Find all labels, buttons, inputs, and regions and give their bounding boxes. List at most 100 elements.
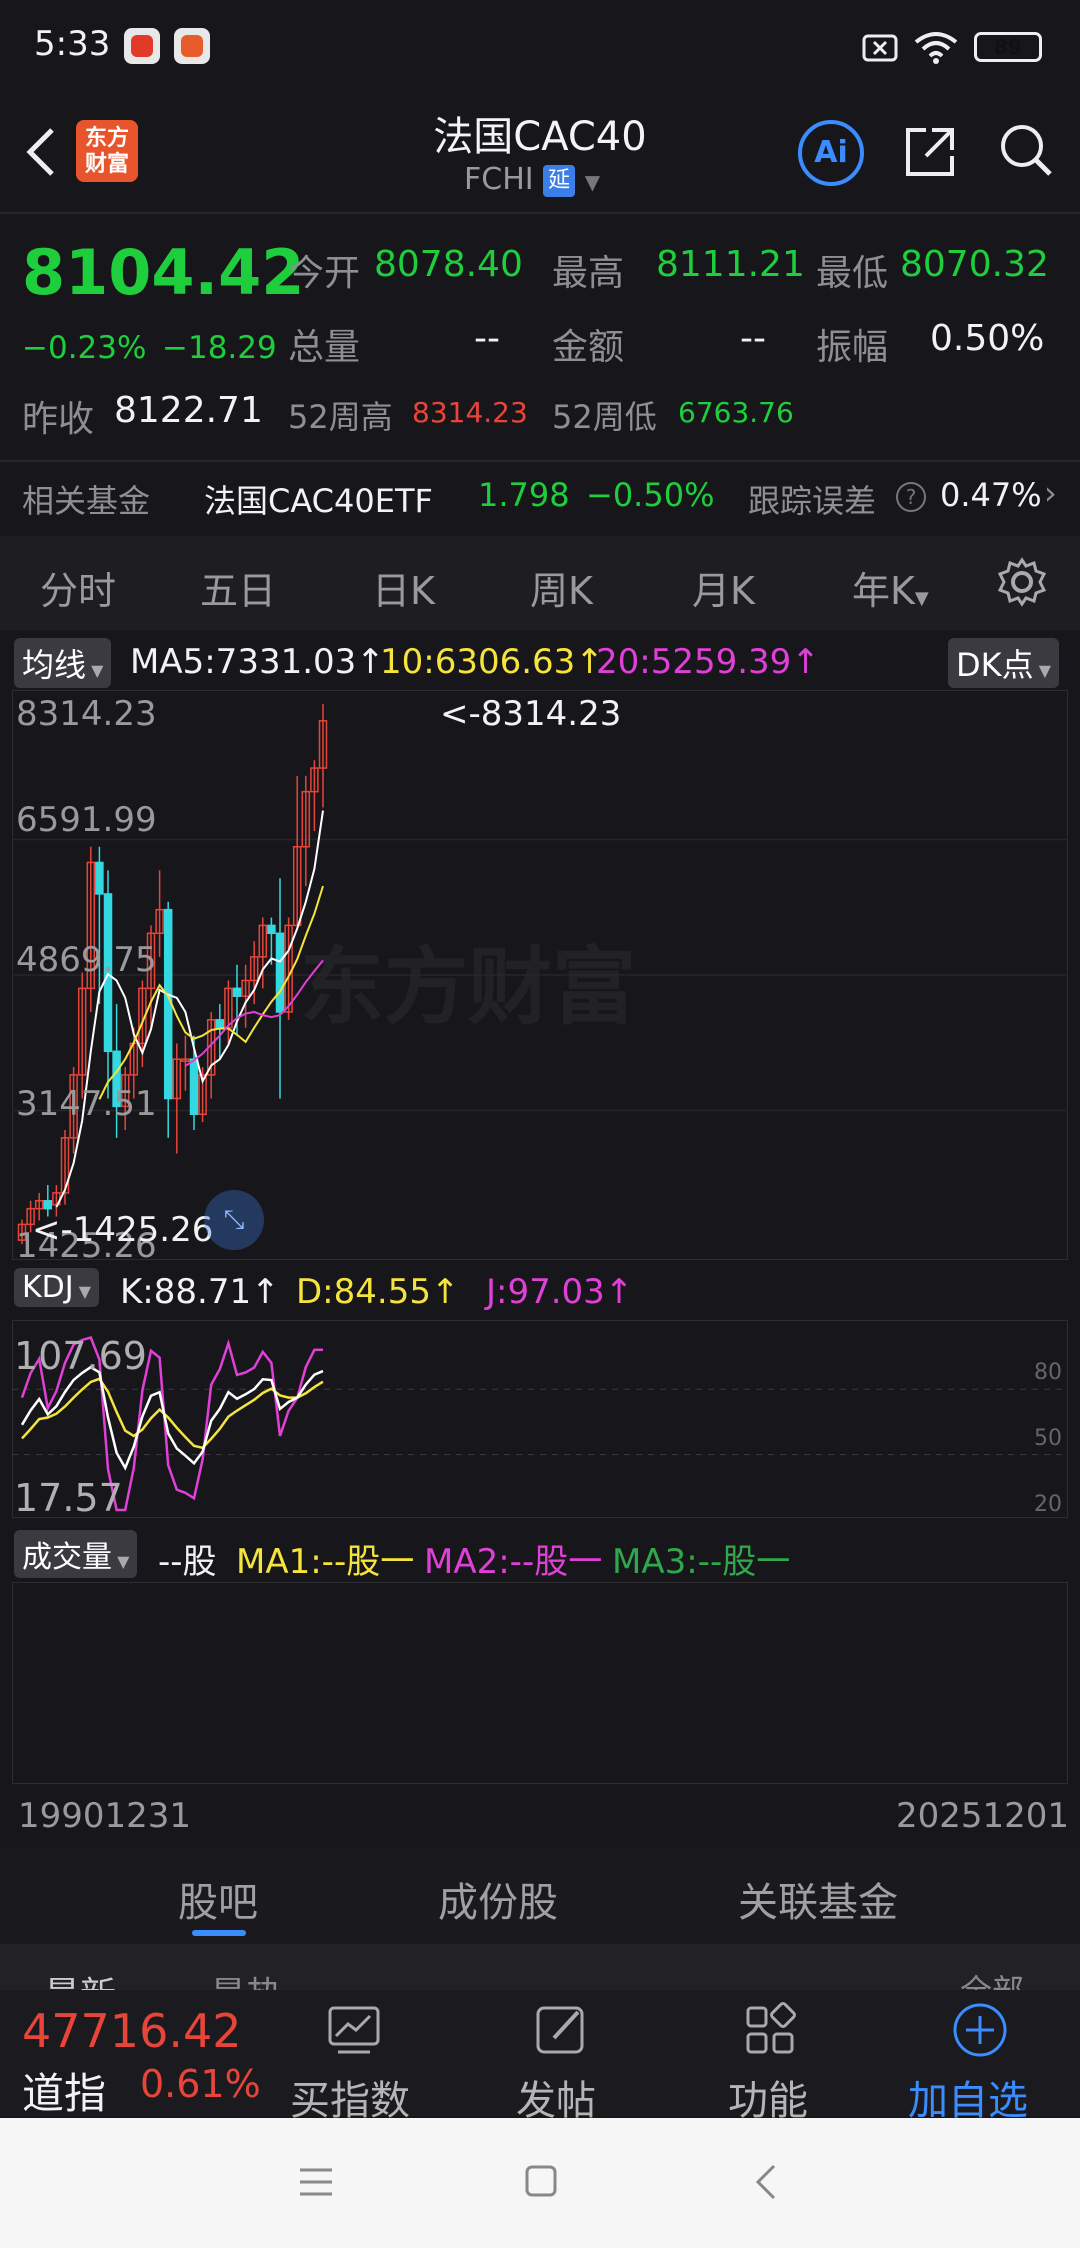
- dk-label: DK点: [956, 646, 1034, 684]
- kdj-tick-50: 50: [1034, 1426, 1062, 1451]
- related-fund-row[interactable]: 相关基金 法国CAC40ETF 1.798 −0.50% 跟踪误差 ? 0.47…: [0, 462, 1080, 534]
- ai-assistant-button[interactable]: Ai: [798, 120, 864, 186]
- kdj-chart[interactable]: [12, 1320, 1068, 1518]
- kdj-selector[interactable]: KDJ ▼: [14, 1268, 100, 1307]
- tab-constituents[interactable]: 成份股: [438, 1870, 558, 1928]
- candle-body: [189, 1058, 199, 1115]
- system-nav-bar: [0, 2118, 1080, 2248]
- ma20-value: 20:5259.39↑: [596, 642, 820, 682]
- volume-selector-label: 成交量: [22, 1540, 112, 1575]
- tab-five-day[interactable]: 五日: [200, 560, 276, 615]
- up-arrow-icon: ↑: [791, 642, 820, 682]
- candle-body: [215, 1019, 225, 1029]
- kdj-tick-20: 20: [1034, 1492, 1062, 1517]
- kdj-j-text: J:97.03: [486, 1272, 605, 1312]
- tab-yearly-k-label: 年K: [852, 569, 915, 613]
- kdj-d-value: D:84.55↑: [296, 1272, 459, 1312]
- index-ticker[interactable]: 47716.42 道指 0.61%: [0, 1990, 280, 2118]
- ma20-text: 20:5259.39: [596, 642, 792, 682]
- fund-price: 1.798: [478, 476, 570, 514]
- candle-body: [275, 932, 285, 1013]
- volume-ma2: MA2:--股一: [424, 1542, 603, 1582]
- menu-icon[interactable]: [298, 2166, 334, 2198]
- tracking-error-value: 0.47%: [940, 476, 1042, 514]
- ma10-value: 10:6306.63↑: [380, 642, 604, 682]
- candle-body: [95, 861, 104, 895]
- kdj-axis-bottom: 17.57: [14, 1476, 123, 1520]
- change-value: −18.29: [162, 330, 277, 366]
- tab-guba[interactable]: 股吧: [178, 1870, 258, 1928]
- kdj-d-text: D:84.55: [296, 1272, 431, 1312]
- tab-yearly-k[interactable]: 年K▼: [852, 560, 929, 615]
- axis-label-3: 4869.75: [16, 940, 157, 980]
- up-arrow-icon: ↑: [251, 1272, 280, 1312]
- date-end: 20251201: [896, 1796, 1070, 1836]
- functions-button[interactable]: 功能: [710, 1990, 830, 2124]
- filter-latest[interactable]: 最新: [44, 1966, 116, 1990]
- min-price-annotation: <-1425.26: [32, 1210, 214, 1250]
- max-price-annotation: <-8314.23: [440, 694, 622, 734]
- fund-change-pct: −0.50%: [586, 476, 715, 514]
- instrument-code[interactable]: FCHI 延 ▼: [464, 162, 600, 197]
- tab-monthly-k[interactable]: 月K: [692, 560, 755, 615]
- candle-body: [267, 924, 276, 935]
- prev-close-value: 8122.71: [114, 390, 263, 431]
- chevron-down-icon: ▼: [584, 170, 601, 194]
- edit-icon: [536, 2006, 584, 2054]
- week52-low-value: 6763.76: [678, 396, 794, 429]
- date-start: 19901231: [18, 1796, 192, 1836]
- candle-body: [43, 1200, 53, 1210]
- dk-point-button[interactable]: DK点 ▼: [948, 638, 1060, 688]
- tab-daily-k[interactable]: 日K: [372, 560, 435, 615]
- status-bar: 5:33 89: [0, 0, 1080, 96]
- caret-down-icon: ▼: [86, 661, 104, 680]
- caret-down-icon: ▼: [914, 588, 929, 609]
- add-watchlist-button[interactable]: 加自选: [900, 1990, 1070, 2124]
- volume-chart[interactable]: [12, 1582, 1068, 1784]
- candle-body: [232, 987, 242, 997]
- share-icon[interactable]: [900, 122, 960, 182]
- chart-trend-icon: [328, 2006, 380, 2054]
- ma10-text: 10:6306.63: [380, 642, 576, 682]
- search-icon[interactable]: [996, 120, 1056, 180]
- app-notification-icon: [174, 28, 210, 64]
- feed-filter-peek: 最新 最热 全部: [0, 1944, 1080, 1990]
- volume-ma3: MA3:--股一: [612, 1542, 791, 1582]
- up-arrow-icon: ↑: [430, 1272, 460, 1312]
- volume-selector[interactable]: 成交量 ▼: [14, 1530, 138, 1578]
- battery-indicator: 89: [974, 32, 1042, 62]
- amount-label: 金额: [552, 327, 625, 368]
- help-icon[interactable]: ?: [896, 482, 926, 512]
- week52-high-label: 52周高: [288, 398, 393, 436]
- prev-close-label: 昨收: [22, 399, 95, 440]
- post-button[interactable]: 发帖: [500, 1990, 630, 2124]
- index-name: 道指: [22, 2069, 107, 2118]
- week52-low-label: 52周低: [552, 398, 657, 436]
- filter-hot[interactable]: 最热: [210, 1966, 282, 1990]
- tab-related-funds[interactable]: 关联基金: [738, 1870, 898, 1928]
- volume-value: --: [474, 318, 500, 359]
- kdj-k-value: K:88.71↑: [120, 1272, 280, 1312]
- wifi-icon: [914, 32, 958, 64]
- index-price: 47716.42: [22, 2004, 242, 2058]
- tab-weekly-k[interactable]: 周K: [530, 560, 593, 615]
- filter-all[interactable]: 全部: [960, 1966, 1024, 1990]
- buy-index-button[interactable]: 买指数: [286, 1990, 436, 2124]
- caret-down-icon: ▼: [112, 1552, 130, 1571]
- fund-section-label: 相关基金: [22, 482, 151, 520]
- settings-gear-icon[interactable]: [996, 556, 1048, 608]
- candlestick-chart[interactable]: [12, 690, 1068, 1260]
- axis-label-2: 6591.99: [16, 800, 157, 840]
- home-icon[interactable]: [524, 2164, 558, 2198]
- ma-selector[interactable]: 均线 ▼: [14, 638, 112, 688]
- kdj-tick-80: 80: [1034, 1360, 1062, 1385]
- axis-label-max: 8314.23: [16, 694, 157, 734]
- bottom-dock: 47716.42 道指 0.61% 买指数 发帖 功能 加自选: [0, 1990, 1080, 2124]
- kdj-k-text: K:88.71: [120, 1272, 252, 1312]
- ma5-text: MA5:7331.03: [130, 642, 357, 682]
- nav-back-icon[interactable]: [754, 2162, 778, 2202]
- ma5-value: MA5:7331.03↑: [130, 642, 385, 682]
- collapse-arrows-icon[interactable]: ⤡: [204, 1190, 264, 1250]
- tab-intraday[interactable]: 分时: [40, 560, 116, 615]
- content-tabs: 股吧 成份股 关联基金: [0, 1848, 1080, 1944]
